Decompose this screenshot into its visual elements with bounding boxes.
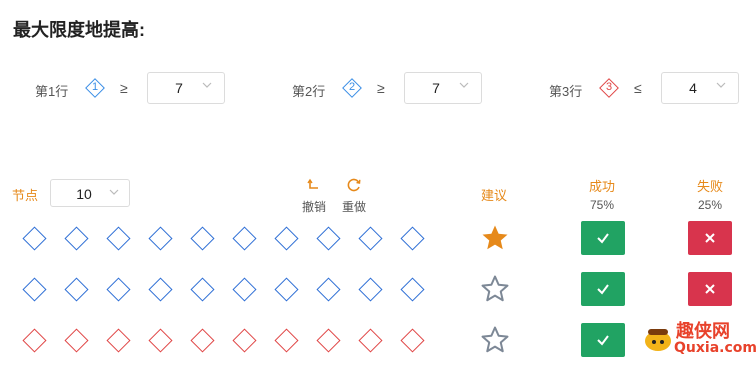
star-outline-icon[interactable] [480,274,510,304]
rule-2-label: 第2行 [292,84,326,99]
rule-3-select[interactable]: 4 [661,72,739,104]
rule-3-select-value: 4 [689,80,697,96]
rule-3-label: 第3行 [549,84,583,99]
success-percent: 75% [590,198,615,212]
node-count-select[interactable]: 10 [50,179,130,207]
undo-label: 撤销 [302,200,327,214]
fail-button[interactable] [688,221,732,255]
node-diamond[interactable] [231,225,257,251]
watermark-logo: 趣侠网 Quxia.com [642,317,756,361]
success-button[interactable] [581,272,625,306]
rule-2-select-value: 7 [432,80,440,96]
node-diamond[interactable] [315,276,341,302]
watermark-domain: Quxia.com [674,340,756,356]
rule-1-select-value: 7 [175,80,183,96]
star-outline-icon[interactable] [480,325,510,355]
fail-button[interactable] [688,272,732,306]
rule-1-select[interactable]: 7 [147,72,225,104]
node-diamond[interactable] [399,276,425,302]
node-diamond[interactable] [21,327,47,353]
chevron-down-icon [202,82,212,88]
redo-label: 重做 [342,200,367,214]
node-diamond[interactable] [357,327,383,353]
node-diamond[interactable] [399,327,425,353]
check-icon [597,335,609,346]
node-diamond[interactable] [273,276,299,302]
node-diamond[interactable] [315,225,341,251]
success-header: 成功 [589,179,616,194]
node-diamond[interactable] [105,225,131,251]
undo-icon [307,178,318,189]
rule-2-badge: 2 [348,81,356,93]
node-diamond[interactable] [273,327,299,353]
node-diamond[interactable] [189,327,215,353]
node-diamond[interactable] [21,225,47,251]
node-label: 节点 [12,188,39,203]
success-button[interactable] [581,221,625,255]
node-diamond[interactable] [231,327,257,353]
fail-header: 失败 [697,179,724,194]
node-diamond[interactable] [357,225,383,251]
rule-3-badge: 3 [605,81,613,93]
undo-button[interactable]: 撤销 [300,176,328,214]
node-diamond[interactable] [63,276,89,302]
chevron-down-icon [109,189,119,195]
rule-2-select[interactable]: 7 [404,72,482,104]
rule-2-operator: ≥ [377,80,385,96]
node-diamond[interactable] [63,327,89,353]
node-diamond[interactable] [189,225,215,251]
node-diamond[interactable] [357,276,383,302]
check-icon [597,233,609,244]
node-diamond[interactable] [189,276,215,302]
rule-1-badge: 1 [91,81,99,93]
node-diamond[interactable] [147,276,173,302]
close-icon [705,233,715,243]
chevron-down-icon [459,82,469,88]
page-title: 最大限度地提高: [13,20,145,40]
star-filled-icon[interactable] [480,223,510,253]
close-icon [705,284,715,294]
redo-button[interactable]: 重做 [340,176,368,214]
redo-icon [347,178,361,192]
node-diamond[interactable] [231,276,257,302]
chevron-down-icon [716,82,726,88]
node-diamond[interactable] [105,327,131,353]
node-diamond[interactable] [147,225,173,251]
node-diamond[interactable] [105,276,131,302]
node-diamond[interactable] [63,225,89,251]
node-diamond[interactable] [147,327,173,353]
success-button[interactable] [581,323,625,357]
node-diamond[interactable] [399,225,425,251]
check-icon [597,284,609,295]
node-count-value: 10 [76,186,92,202]
node-diamond[interactable] [21,276,47,302]
rule-1-label: 第1行 [35,84,69,99]
node-diamond[interactable] [273,225,299,251]
fail-percent: 25% [698,198,723,212]
suggest-header: 建议 [481,188,508,203]
node-diamond[interactable] [315,327,341,353]
rule-1-operator: ≥ [120,80,128,96]
rule-3-operator: ≤ [634,80,642,96]
